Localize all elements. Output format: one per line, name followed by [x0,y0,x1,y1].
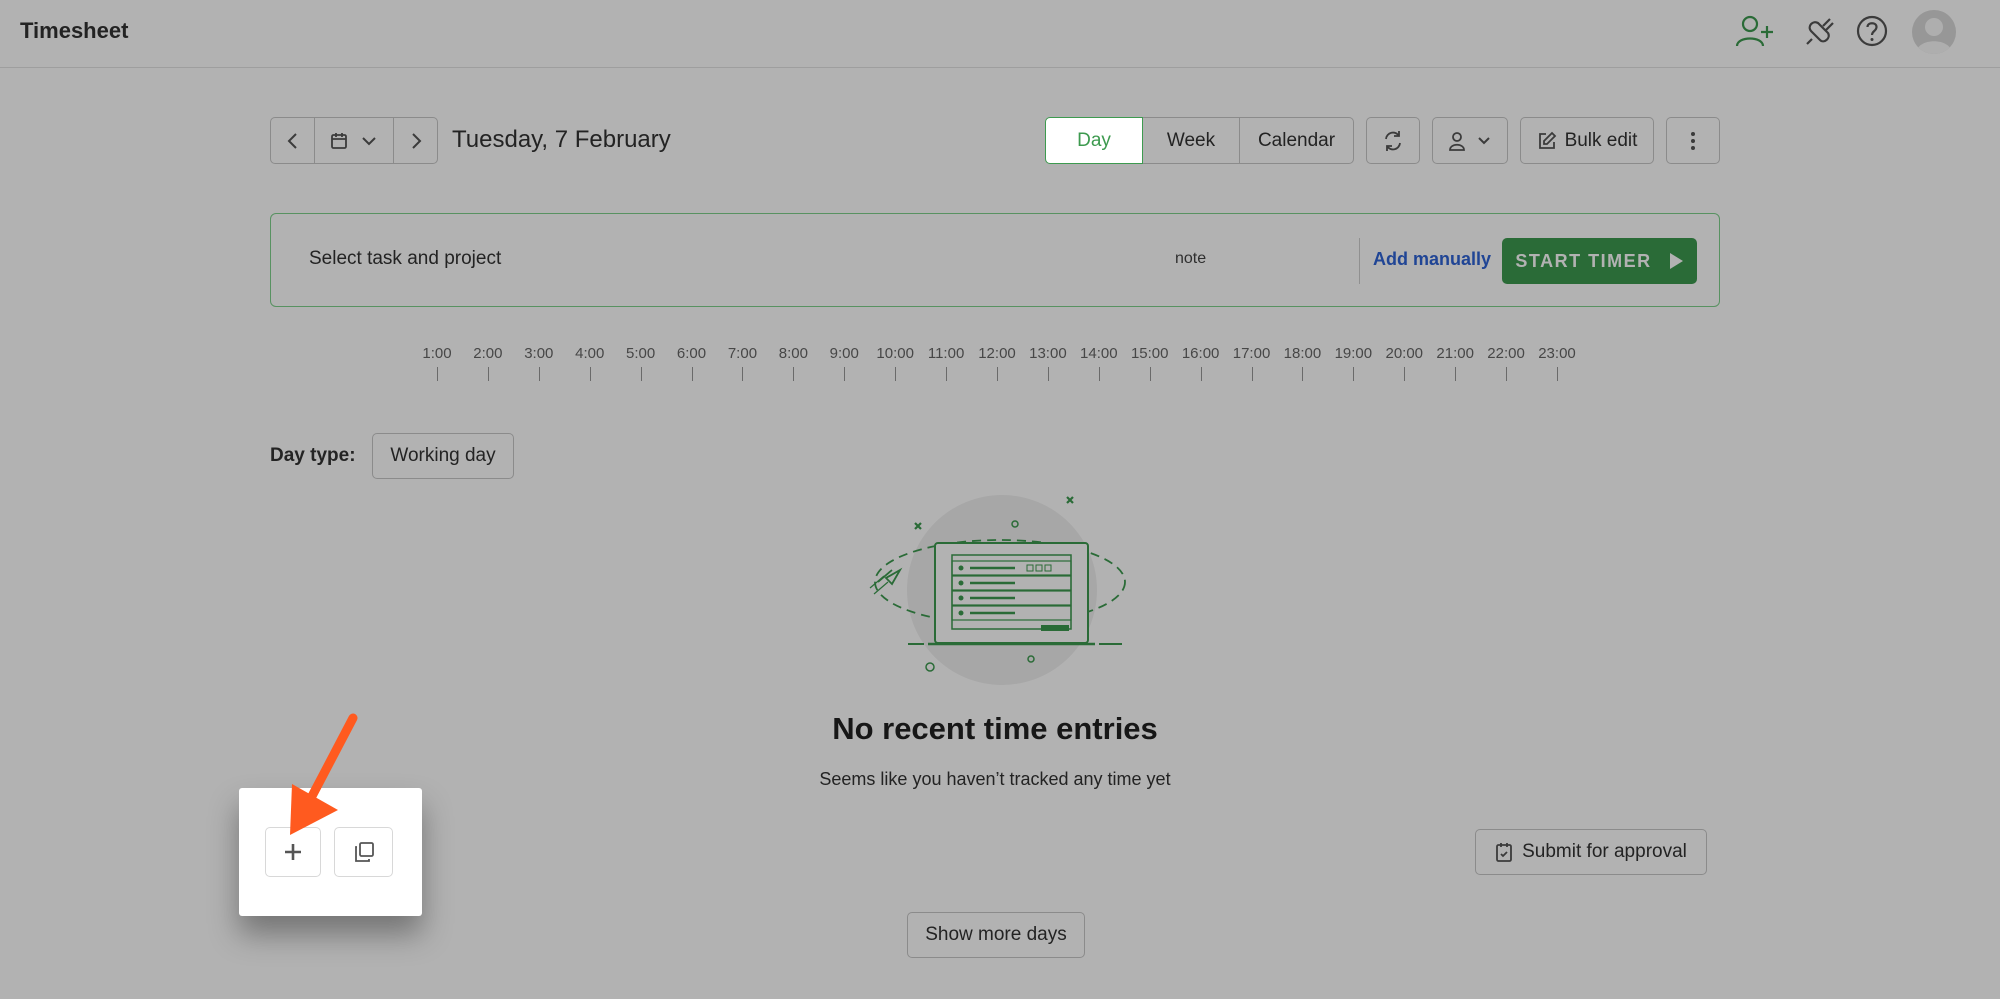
copy-icon [354,842,374,862]
plus-icon [285,844,301,860]
tab-day[interactable]: Day [1045,117,1143,164]
pointer-arrow-icon [280,712,360,842]
